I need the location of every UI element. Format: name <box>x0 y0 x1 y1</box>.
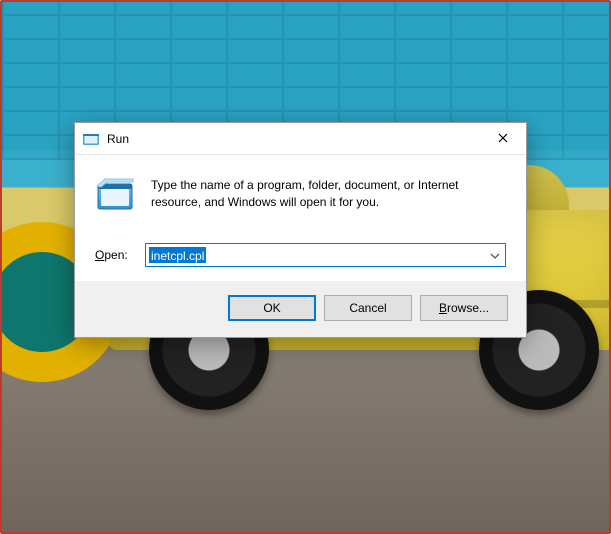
open-dropdown-button[interactable] <box>485 244 505 266</box>
ok-button[interactable]: OK <box>228 295 316 321</box>
close-button[interactable] <box>480 123 526 155</box>
run-program-icon <box>95 177 135 217</box>
desktop-wallpaper: Run <box>0 0 611 534</box>
dialog-content: Type the name of a program, folder, docu… <box>75 155 526 281</box>
dialog-footer: OK Cancel Browse... <box>75 281 526 337</box>
dialog-title: Run <box>107 132 480 146</box>
run-program-icon <box>83 131 99 147</box>
titlebar[interactable]: Run <box>75 123 526 155</box>
open-input[interactable] <box>146 244 485 266</box>
open-label: Open: <box>95 248 133 262</box>
dialog-description: Type the name of a program, folder, docu… <box>151 177 506 212</box>
open-combobox[interactable]: inetcpl.cpl <box>145 243 506 267</box>
close-icon <box>498 132 508 146</box>
run-dialog: Run <box>74 122 527 338</box>
cancel-button[interactable]: Cancel <box>324 295 412 321</box>
chevron-down-icon <box>490 248 500 262</box>
browse-button[interactable]: Browse... <box>420 295 508 321</box>
